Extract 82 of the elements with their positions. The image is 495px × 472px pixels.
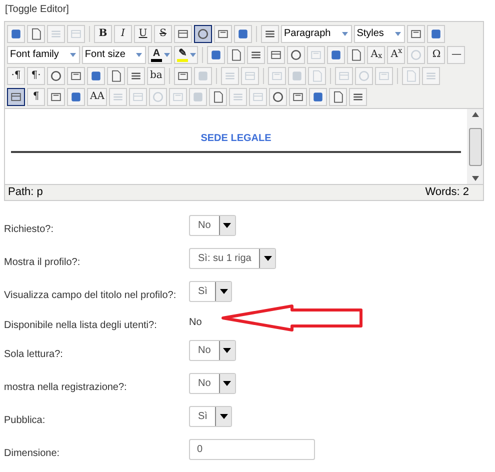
square-icon <box>69 90 83 104</box>
field-label: Dimensione: <box>4 447 61 461</box>
toolbar-button[interactable]: A$^{x}$ <box>387 46 406 64</box>
toolbar-button[interactable]: — <box>447 46 466 64</box>
dropdown[interactable]: No <box>189 340 236 361</box>
toolbar-button[interactable]: U <box>134 24 152 42</box>
toolbar-button[interactable]: ¶ <box>27 88 45 106</box>
caret-icon <box>220 289 228 294</box>
dropdown[interactable]: No <box>189 373 236 394</box>
square-icon <box>209 48 224 62</box>
document-icon <box>331 90 346 104</box>
document-icon <box>211 90 226 104</box>
field-value: No <box>189 316 202 330</box>
document-icon <box>310 68 324 82</box>
square-icon <box>191 90 206 104</box>
square-icon <box>236 26 250 40</box>
caret-icon <box>223 348 232 353</box>
caret-icon <box>394 30 402 38</box>
circle-icon <box>289 48 304 62</box>
document-icon <box>109 68 123 82</box>
dropdown[interactable]: Sì: su 1 riga <box>189 248 276 269</box>
square-icon <box>9 26 23 40</box>
caret-icon <box>68 50 77 58</box>
toolbar-button[interactable]: ·¶ <box>7 66 25 84</box>
caret-icon <box>264 256 272 261</box>
heading-text: SEDE LEGALE <box>200 132 272 146</box>
circle-icon <box>49 68 63 82</box>
circle-icon <box>196 26 210 40</box>
field-label: Richiesto?: <box>4 223 54 237</box>
caret-icon <box>223 223 232 228</box>
square-icon <box>196 68 210 82</box>
circle-icon <box>271 90 286 104</box>
scroll-down-icon[interactable] <box>472 176 478 181</box>
field-label: mostra nella registrazione?: <box>4 381 128 395</box>
toolbar-button[interactable]: Ω <box>427 46 446 64</box>
field-label: Visualizza campo del titolo nel profilo?: <box>4 289 178 303</box>
document-icon <box>29 26 43 40</box>
toolbar-button[interactable]: A$_{x}$ <box>367 46 386 64</box>
toggle-editor-link[interactable]: [Toggle Editor] <box>5 4 69 16</box>
caret-icon <box>223 381 232 386</box>
field-label: Disponibile nella lista degli utenti?: <box>4 318 158 332</box>
toolbar-button[interactable] <box>194 24 212 42</box>
toolbar-button[interactable]: AA <box>87 88 108 106</box>
scroll-up-icon[interactable] <box>472 112 478 117</box>
toolbar-dropdown[interactable]: Paragraph <box>281 24 352 42</box>
toolbar-button[interactable]: B <box>94 24 112 42</box>
square-icon <box>311 90 326 104</box>
document-icon <box>349 48 364 62</box>
color-split-button[interactable]: A <box>148 46 172 64</box>
circle-icon <box>409 48 424 62</box>
word-count: Words: 2 <box>425 185 469 200</box>
square-icon <box>329 48 344 62</box>
square-icon <box>290 68 304 82</box>
dropdown[interactable]: Sì <box>189 406 232 427</box>
toolbar-button[interactable] <box>7 88 25 106</box>
square-icon <box>428 26 443 40</box>
circle-icon <box>357 68 372 82</box>
toolbar-dropdown[interactable]: Font size <box>82 46 146 64</box>
toolbar-button[interactable]: I <box>114 24 132 42</box>
toolbar-dropdown[interactable]: Styles <box>354 24 405 42</box>
toolbar-dropdown[interactable]: Font family <box>7 46 80 64</box>
caret-icon <box>163 50 172 58</box>
color-split-button[interactable]: ✎ <box>174 46 198 64</box>
scrollbar[interactable] <box>467 109 483 184</box>
dropdown[interactable]: No <box>189 215 236 236</box>
toolbar-button[interactable]: ba <box>147 66 166 84</box>
toolbar-button[interactable]: S <box>154 24 172 42</box>
path-text: Path: p <box>8 185 43 200</box>
toolbar-button[interactable]: ¶· <box>27 66 45 84</box>
field-label: Mostra il profilo?: <box>4 256 82 270</box>
caret-icon <box>135 50 144 58</box>
square-icon <box>89 68 103 82</box>
caret-icon <box>340 30 349 38</box>
document-icon <box>229 48 244 62</box>
caret-icon <box>220 414 228 419</box>
document-icon <box>404 68 418 82</box>
circle-icon <box>151 90 166 104</box>
field-label: Pubblica: <box>4 414 46 428</box>
field-label: Sola lettura?: <box>4 348 64 362</box>
caret-icon <box>189 50 198 58</box>
input-field[interactable]: 0 <box>189 439 315 460</box>
dropdown[interactable]: Sì <box>189 281 232 302</box>
